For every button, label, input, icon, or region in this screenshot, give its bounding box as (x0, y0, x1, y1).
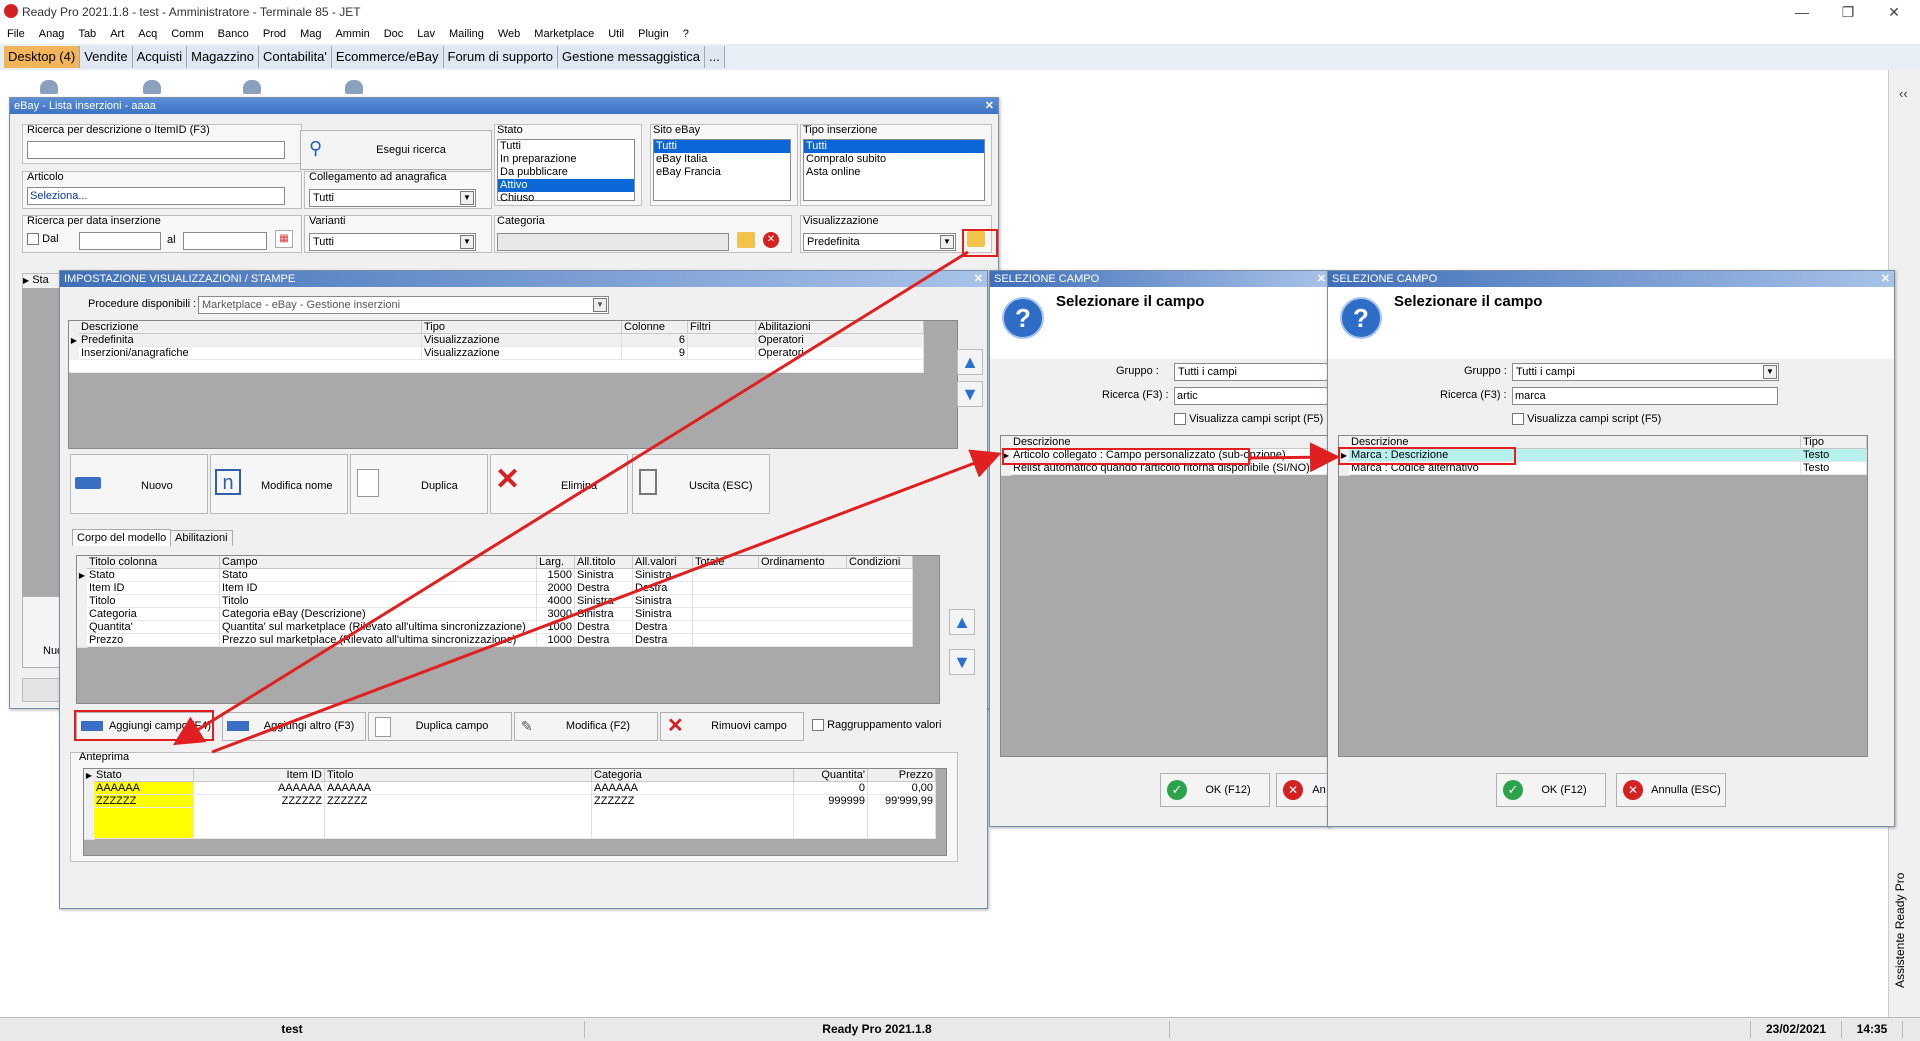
status-bar: test Ready Pro 2021.1.8 23/02/2021 14:35 (0, 1017, 1920, 1041)
status-time: 14:35 (1842, 1021, 1903, 1038)
arrow-line (172, 250, 969, 746)
arrow-line (1249, 442, 1340, 473)
status-user: test (0, 1021, 585, 1038)
status-empty (1170, 1021, 1751, 1038)
status-date: 23/02/2021 (1751, 1021, 1842, 1038)
status-version: Ready Pro 2021.1.8 (585, 1021, 1170, 1038)
arrow-line (211, 449, 1002, 754)
annotation-arrows (172, 250, 1340, 754)
